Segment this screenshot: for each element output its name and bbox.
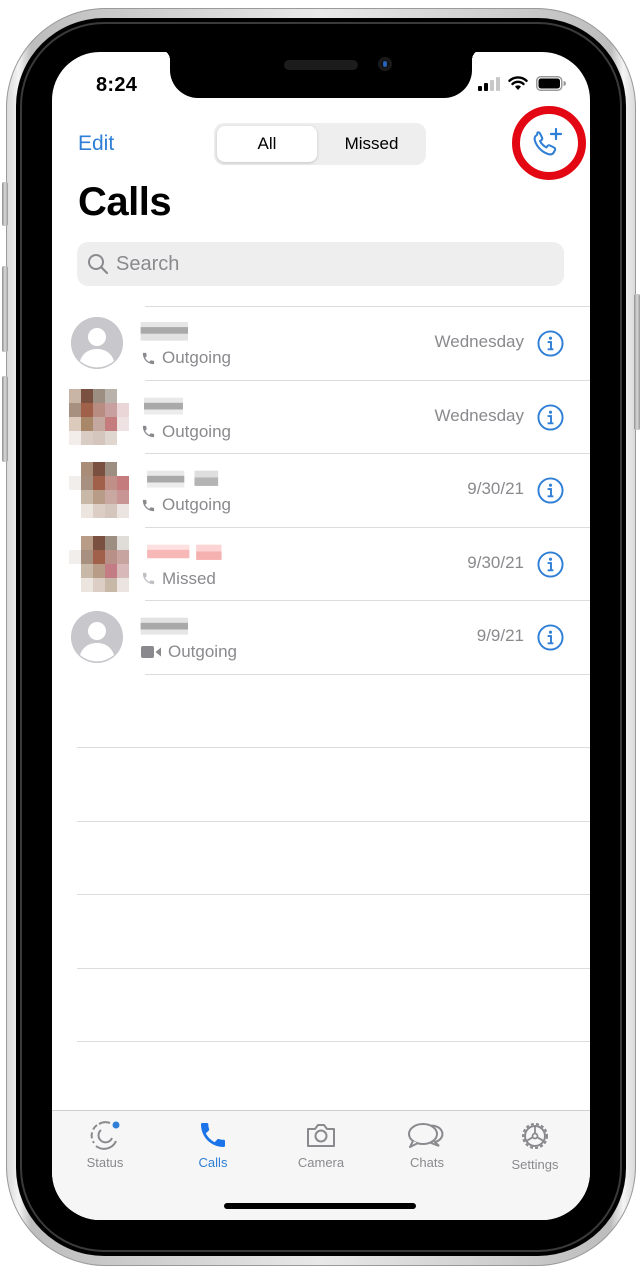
phone-icon bbox=[142, 499, 155, 511]
call-date: Wednesday bbox=[434, 332, 524, 351]
call-date: Wednesday bbox=[434, 405, 524, 425]
call-row[interactable]: Outgoing Wednesday bbox=[52, 379, 590, 454]
search-placeholder: Search bbox=[116, 253, 180, 275]
row-separator bbox=[145, 306, 590, 307]
volume-up-button bbox=[2, 266, 8, 352]
call-date: 9/9/21 bbox=[476, 626, 524, 645]
info-icon[interactable] bbox=[537, 477, 564, 504]
row-separator bbox=[145, 453, 590, 454]
status-time: 8:24 bbox=[96, 74, 138, 96]
row-separator bbox=[77, 967, 590, 969]
call-type: Outgoing bbox=[141, 495, 231, 515]
contact-name-redacted bbox=[147, 544, 222, 560]
call-row[interactable]: Outgoing Wednesday bbox=[52, 306, 590, 380]
row-separator bbox=[145, 600, 590, 601]
call-type-label: Outgoing bbox=[168, 642, 237, 661]
call-type-label: Outgoing bbox=[162, 421, 231, 441]
camera-icon bbox=[307, 1124, 335, 1147]
row-separator bbox=[77, 894, 590, 895]
contact-name-redacted bbox=[140, 322, 188, 341]
tab-camera[interactable]: Camera bbox=[276, 1119, 366, 1170]
contact-name-redacted bbox=[140, 617, 188, 635]
signal-icon bbox=[478, 76, 500, 91]
empty-row bbox=[52, 1041, 590, 1115]
call-row[interactable]: Outgoing 9/9/21 bbox=[52, 600, 590, 674]
tab-label: Settings bbox=[511, 1157, 559, 1172]
tab-label: Chats bbox=[410, 1155, 444, 1170]
tab-chats[interactable]: Chats bbox=[382, 1119, 472, 1170]
phone-icon bbox=[142, 425, 155, 438]
call-list: Outgoing Wednesday Outgoing Wednesday Ou… bbox=[52, 306, 590, 1115]
phone-icon bbox=[142, 352, 155, 364]
empty-row bbox=[52, 673, 590, 748]
new-call-button[interactable] bbox=[527, 124, 567, 164]
call-type-label: Missed bbox=[162, 568, 216, 588]
row-separator bbox=[145, 673, 590, 675]
phone-plus-icon bbox=[533, 127, 563, 156]
call-type: Outgoing bbox=[141, 348, 231, 368]
avatar-photo-redacted bbox=[69, 388, 129, 445]
contact-name-redacted bbox=[144, 397, 183, 415]
call-row[interactable]: Outgoing 9/30/21 bbox=[52, 453, 590, 527]
call-type-label: Outgoing bbox=[162, 495, 231, 514]
segment-missed[interactable]: Missed bbox=[320, 126, 423, 162]
info-icon[interactable] bbox=[537, 624, 564, 651]
tab-label: Status bbox=[86, 1155, 124, 1170]
tab-settings[interactable]: Settings bbox=[490, 1119, 580, 1172]
battery-icon bbox=[536, 76, 566, 91]
contact-name-redacted bbox=[147, 470, 219, 488]
status-icons bbox=[478, 76, 566, 91]
call-type: Missed bbox=[141, 569, 216, 589]
search-input[interactable]: Search bbox=[77, 242, 564, 286]
call-type: Outgoing bbox=[141, 642, 237, 662]
tab-calls[interactable]: Calls bbox=[168, 1119, 258, 1170]
volume-down-button bbox=[2, 376, 8, 462]
person-icon bbox=[71, 317, 123, 369]
tab-label: Calls bbox=[198, 1155, 228, 1170]
call-row[interactable]: Missed 9/30/21 bbox=[52, 526, 590, 601]
row-separator bbox=[77, 1041, 590, 1042]
gear-icon bbox=[522, 1123, 548, 1149]
avatar-photo-redacted bbox=[69, 462, 129, 518]
empty-row bbox=[52, 820, 590, 895]
info-icon[interactable] bbox=[537, 330, 564, 357]
tab-label: Camera bbox=[297, 1155, 345, 1170]
power-button bbox=[634, 294, 640, 430]
avatar-photo-redacted bbox=[69, 535, 129, 592]
front-camera bbox=[378, 57, 392, 71]
row-separator bbox=[145, 526, 590, 528]
call-date: 9/30/21 bbox=[467, 479, 524, 498]
phone-icon bbox=[142, 572, 155, 585]
notch bbox=[160, 52, 482, 98]
screen: 8:24 Edit All Missed Calls Search Outgoi… bbox=[52, 52, 590, 1220]
empty-row bbox=[52, 747, 590, 821]
call-type-label: Outgoing bbox=[162, 348, 231, 367]
chats-icon bbox=[408, 1123, 444, 1148]
silent-switch bbox=[2, 182, 8, 226]
info-icon[interactable] bbox=[537, 403, 564, 431]
phone-icon bbox=[201, 1123, 225, 1147]
empty-row bbox=[52, 967, 590, 1042]
call-type: Outgoing bbox=[141, 422, 231, 442]
row-separator bbox=[77, 820, 590, 822]
row-separator bbox=[145, 379, 590, 381]
call-date: 9/30/21 bbox=[467, 552, 524, 572]
info-icon[interactable] bbox=[537, 550, 564, 578]
avatar-default bbox=[71, 317, 123, 369]
status-icon bbox=[90, 1121, 120, 1150]
edit-button[interactable]: Edit bbox=[78, 132, 114, 156]
segment-all[interactable]: All bbox=[217, 126, 317, 162]
avatar-default bbox=[71, 611, 123, 663]
home-indicator[interactable] bbox=[224, 1203, 416, 1209]
video-icon bbox=[141, 646, 161, 658]
call-filter-segmented-control: All Missed bbox=[214, 123, 426, 165]
tab-status[interactable]: Status bbox=[60, 1119, 150, 1170]
page-title: Calls bbox=[78, 180, 172, 224]
person-icon bbox=[71, 611, 123, 663]
wifi-icon bbox=[508, 76, 528, 90]
search-icon bbox=[88, 254, 109, 275]
empty-row bbox=[52, 894, 590, 968]
earpiece-speaker bbox=[284, 60, 358, 70]
row-separator bbox=[77, 747, 590, 748]
